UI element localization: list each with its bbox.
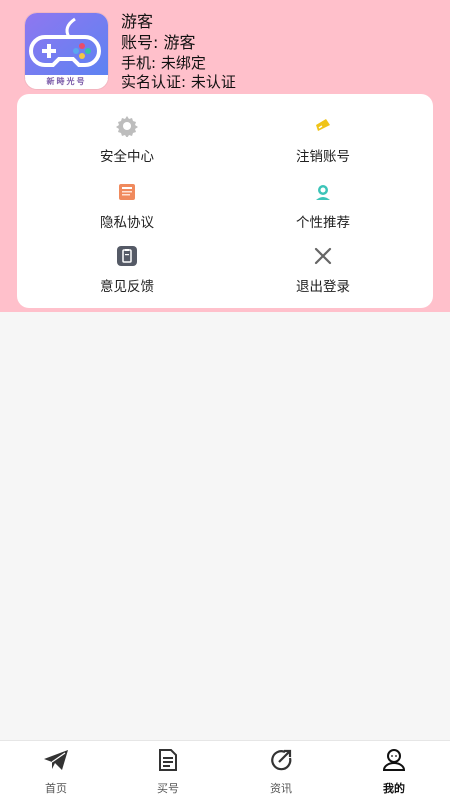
tab-mine[interactable]: 我的 (354, 747, 434, 797)
user-name: 游客 (121, 12, 154, 31)
tab-mine-label: 我的 (383, 782, 405, 795)
settings-menu-card: 安全中心 注销账号 隐私协议 个性推荐 意见反馈 退出登录 (17, 94, 433, 308)
app-logo-avatar[interactable]: 新時光号 (25, 13, 108, 89)
logout-label: 退出登录 (296, 279, 350, 295)
gear-icon (115, 114, 139, 138)
headset-user-icon (311, 180, 335, 204)
logout-item[interactable]: 退出登录 (243, 244, 403, 300)
user-profile-icon (380, 747, 408, 773)
personal-recommend-label: 个性推荐 (296, 215, 350, 231)
privacy-policy-item[interactable]: 隐私协议 (47, 180, 207, 236)
document-list-icon (154, 747, 182, 773)
share-arrow-icon (267, 747, 295, 773)
tab-home-label: 首页 (45, 782, 67, 795)
feedback-label: 意见反馈 (100, 279, 154, 295)
security-center-label: 安全中心 (100, 149, 154, 165)
account-text: 账号: 游客 (121, 33, 196, 52)
logo-text: 新時光号 (46, 77, 87, 86)
document-icon (115, 180, 139, 204)
tab-buy[interactable]: 买号 (128, 747, 208, 797)
paper-plane-icon (42, 747, 70, 773)
close-icon (311, 244, 335, 268)
tab-buy-label: 买号 (157, 782, 179, 795)
tab-home[interactable]: 首页 (16, 747, 96, 797)
bottom-tab-bar: 首页 买号 资讯 我的 (0, 740, 450, 800)
eraser-icon (311, 114, 335, 138)
feedback-item[interactable]: 意见反馈 (47, 244, 207, 300)
phone-text: 手机: 未绑定 (121, 54, 206, 72)
tab-news-label: 资讯 (270, 782, 292, 795)
personal-recommend-item[interactable]: 个性推荐 (243, 180, 403, 236)
cancel-account-item[interactable]: 注销账号 (243, 114, 403, 170)
privacy-policy-label: 隐私协议 (100, 215, 154, 231)
realname-status: 实名认证: 未认证 (121, 73, 236, 91)
cancel-account-label: 注销账号 (296, 149, 350, 165)
security-center-item[interactable]: 安全中心 (47, 114, 207, 170)
clipboard-icon (115, 244, 139, 268)
tab-news[interactable]: 资讯 (241, 747, 321, 797)
